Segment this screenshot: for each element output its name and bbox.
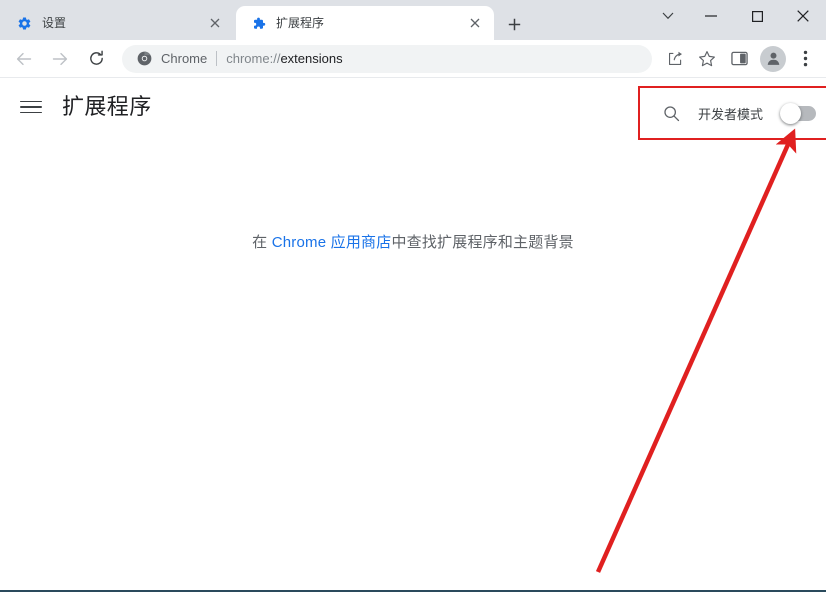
- developer-mode-label: 开发者模式: [697, 106, 763, 122]
- star-icon[interactable]: [692, 44, 722, 74]
- omnibox-chip-label: Chrome: [161, 51, 208, 66]
- tab-strip: 设置 扩展程序: [0, 0, 826, 40]
- search-icon[interactable]: [662, 103, 682, 123]
- developer-mode-highlight-box: 开发者模式: [637, 86, 826, 140]
- window-bottom-border: [0, 590, 826, 592]
- share-icon[interactable]: [660, 44, 690, 74]
- extensions-page: 扩展程序 开发者模式 在 Chrome 应用商店中查找扩展程序和主题背景: [0, 79, 826, 590]
- address-bar[interactable]: Chrome chrome://extensions: [122, 44, 652, 73]
- avatar[interactable]: [760, 45, 786, 72]
- empty-state-prefix: 在: [252, 234, 272, 251]
- new-tab-button[interactable]: [500, 10, 528, 38]
- omnibox-url-scheme: chrome://: [226, 51, 281, 66]
- window-controls: [648, 0, 826, 40]
- tab-close-button[interactable]: [466, 14, 484, 32]
- maximize-button[interactable]: [734, 0, 780, 32]
- browser-toolbar: Chrome chrome://extensions: [0, 40, 826, 78]
- reload-icon: [89, 50, 103, 65]
- tab-title: 扩展程序: [276, 16, 325, 30]
- chevron-down-icon: [662, 12, 674, 20]
- reload-button[interactable]: [80, 43, 112, 75]
- tab-extensions[interactable]: 扩展程序: [236, 6, 494, 40]
- extensions-header: 扩展程序 开发者模式: [0, 79, 826, 140]
- forward-button[interactable]: [44, 43, 76, 75]
- omnibox-divider: [216, 51, 218, 66]
- maximize-icon: [751, 10, 763, 22]
- close-button[interactable]: [780, 0, 826, 32]
- tab-search-button[interactable]: [648, 0, 688, 32]
- minimize-button[interactable]: [688, 0, 734, 32]
- chrome-web-store-link[interactable]: Chrome 应用商店: [272, 234, 392, 251]
- tab-title: 设置: [42, 16, 67, 30]
- arrow-left-icon: [16, 52, 32, 65]
- developer-mode-toggle[interactable]: [780, 102, 816, 124]
- browser-window: 设置 扩展程序 Chrome chrome://extensions 扩展程序 …: [0, 0, 826, 600]
- tab-close-button[interactable]: [206, 14, 224, 32]
- person-icon: [767, 52, 779, 65]
- side-panel-icon[interactable]: [724, 44, 754, 74]
- omnibox-url: chrome://extensions: [226, 51, 342, 66]
- puzzle-piece-icon: [250, 15, 266, 31]
- omnibox-url-path: extensions: [280, 51, 343, 66]
- close-icon: [797, 10, 809, 22]
- gear-icon: [16, 15, 32, 31]
- tab-settings[interactable]: 设置: [2, 6, 234, 40]
- minimize-icon: [705, 15, 717, 17]
- empty-state-suffix: 中查找扩展程序和主题背景: [391, 234, 574, 251]
- page-title: 扩展程序: [62, 94, 152, 119]
- chrome-logo-icon: [136, 51, 152, 67]
- three-dot-menu-icon[interactable]: [790, 44, 820, 74]
- hamburger-menu-icon[interactable]: [20, 96, 42, 118]
- arrow-right-icon: [52, 52, 68, 65]
- back-button[interactable]: [8, 43, 40, 75]
- plus-icon: [508, 18, 520, 30]
- empty-state-message: 在 Chrome 应用商店中查找扩展程序和主题背景: [0, 231, 826, 252]
- toggle-knob: [780, 102, 801, 124]
